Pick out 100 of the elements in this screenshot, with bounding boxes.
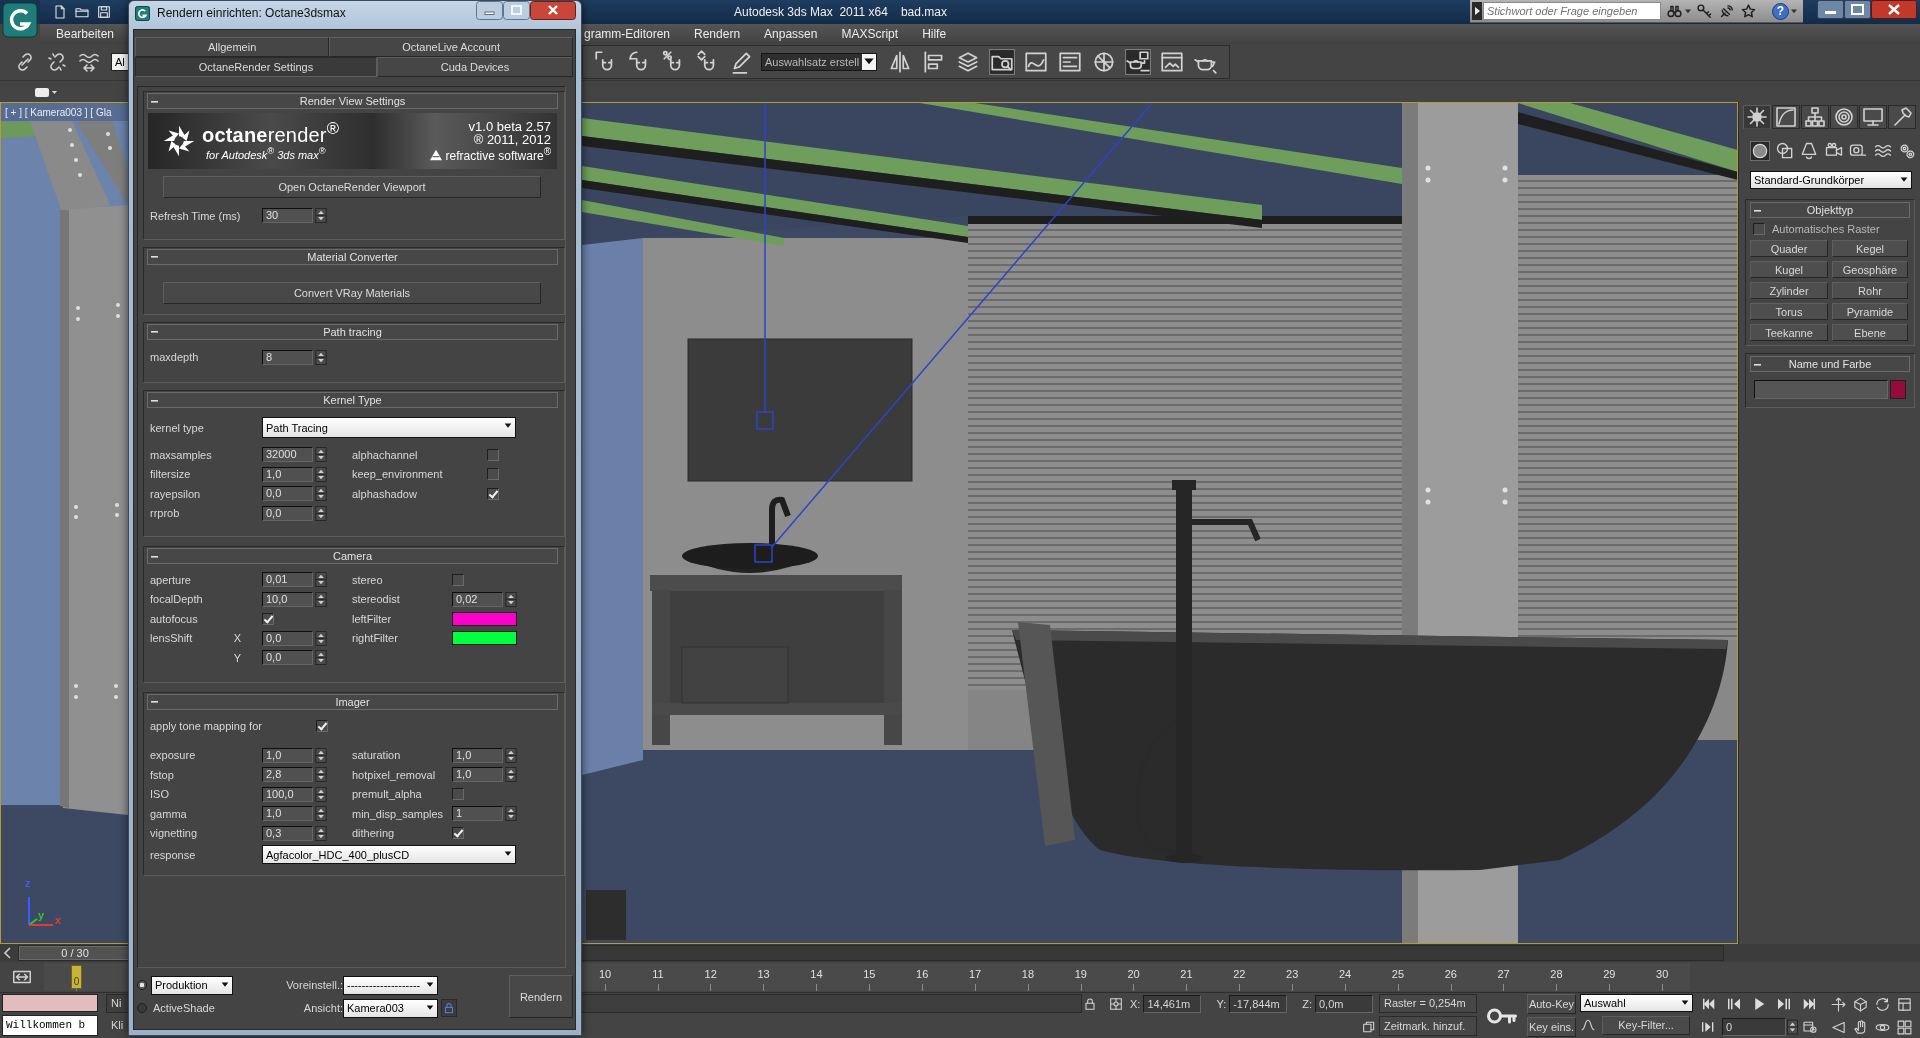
action-button[interactable]: Convert VRay Materials <box>163 281 541 304</box>
spinner-field[interactable]: 10,0 <box>262 591 313 607</box>
window-clock-icon[interactable] <box>1802 1019 1818 1035</box>
spinner-field[interactable]: 0,01 <box>262 572 313 588</box>
category-dropdown[interactable]: Standard-Grundkörper <box>1750 171 1912 189</box>
script-input-field[interactable] <box>2 994 98 1012</box>
action-button[interactable]: Open OctaneRender Viewport <box>163 176 541 198</box>
named-selection-dropdown[interactable]: Auswahlsatz erstell <box>761 53 877 71</box>
primitive-button[interactable]: Kegel <box>1832 240 1908 257</box>
circle-square-icon[interactable] <box>1774 141 1795 161</box>
spinner-arrows-icon[interactable] <box>315 767 327 783</box>
primitive-button[interactable]: Pyramide <box>1832 303 1908 320</box>
tab[interactable]: OctaneRender Settings <box>135 57 377 77</box>
window-layout-icon[interactable] <box>1896 995 1913 1013</box>
rollout-header[interactable]: Imager <box>147 693 558 710</box>
frame-field[interactable]: 0 <box>1722 1018 1786 1036</box>
key-set-dropdown[interactable]: Auswahl <box>1580 994 1693 1012</box>
spinner-field[interactable]: 32000 <box>262 447 313 463</box>
primitive-button[interactable]: Torus <box>1750 303 1828 320</box>
primitive-button[interactable]: Zylinder <box>1750 282 1828 299</box>
script-output-field[interactable]: Willkommen b <box>2 1015 98 1036</box>
frame-marker[interactable]: 0 <box>71 965 82 989</box>
checkbox[interactable] <box>262 612 274 625</box>
spinner-arrows-icon[interactable] <box>315 208 327 224</box>
set-key-button[interactable]: Key eins. <box>1527 1017 1576 1037</box>
save-icon[interactable] <box>96 4 112 20</box>
curve-icon[interactable] <box>1580 1017 1596 1033</box>
spinner-arrows-icon[interactable] <box>315 786 327 802</box>
add-time-tag-button[interactable]: Zeitmark. hinzuf. <box>1379 1016 1477 1036</box>
primitive-button[interactable]: Geosphäre <box>1832 261 1908 278</box>
checkbox[interactable] <box>452 788 464 801</box>
move-arrows-icon[interactable] <box>1830 995 1847 1013</box>
spinner-arrows-icon[interactable] <box>315 747 327 763</box>
render-button[interactable]: Rendern <box>509 975 573 1018</box>
spinner-arrows-icon[interactable] <box>315 806 327 822</box>
close-icon[interactable] <box>1871 0 1917 19</box>
spinner-field[interactable]: 2,8 <box>262 767 313 783</box>
primitive-button[interactable]: Rohr <box>1832 282 1908 299</box>
star-icon[interactable] <box>1740 2 1757 20</box>
image-window-icon[interactable] <box>1159 49 1185 75</box>
rollout-header[interactable]: Kernel Type <box>147 392 558 408</box>
key-icon[interactable] <box>1696 2 1713 20</box>
menu-item[interactable]: Hilfe <box>910 27 959 41</box>
spinner-arrows-icon[interactable] <box>315 466 327 482</box>
teapot-document-icon[interactable] <box>1125 49 1151 75</box>
spinner-field[interactable]: 100,0 <box>262 786 313 802</box>
tab[interactable]: Allgemein <box>135 37 330 57</box>
checkbox[interactable] <box>452 573 464 586</box>
four-squares-icon[interactable] <box>1896 1018 1913 1036</box>
spinner-field[interactable]: 0,02 <box>452 591 503 607</box>
spinner-field[interactable]: 0,0 <box>262 650 313 666</box>
spinner-arrows-icon[interactable] <box>315 591 327 607</box>
dropdown[interactable]: Path Tracing <box>262 417 516 438</box>
search-field[interactable]: Stichwort oder Frage eingeben <box>1483 2 1661 20</box>
spinner-field[interactable]: 1,0 <box>262 806 313 822</box>
coordinate-field[interactable]: -17,844m <box>1229 995 1288 1013</box>
rollout-header[interactable]: Material Converter <box>147 248 558 265</box>
rollout-header[interactable]: Render View Settings <box>147 93 558 109</box>
stacked-squares-icon[interactable] <box>1361 1019 1377 1035</box>
rollout-header[interactable]: Path tracing <box>147 323 558 340</box>
sun-icon[interactable] <box>1743 105 1771 129</box>
color-swatch[interactable] <box>452 611 517 626</box>
spinner-field[interactable]: 0,0 <box>262 630 313 646</box>
new-file-icon[interactable] <box>52 4 68 20</box>
spinner-arrows-icon[interactable] <box>505 747 517 763</box>
caret-icon[interactable] <box>862 54 876 70</box>
key-filters-button[interactable]: Key-Filter... <box>1602 1015 1690 1035</box>
mode-dropdown[interactable]: Produktion <box>151 975 233 995</box>
auto-key-button[interactable]: Auto-Key <box>1527 994 1576 1014</box>
lock-icon[interactable] <box>1082 996 1098 1012</box>
spinner-arrows-icon[interactable] <box>315 825 327 841</box>
hammer-icon[interactable] <box>1888 105 1916 129</box>
bar-triangle-bar-icon[interactable] <box>1700 1019 1716 1035</box>
close-icon[interactable] <box>530 1 576 20</box>
checkbox[interactable] <box>487 448 499 461</box>
rollout-header[interactable]: Objekttyp <box>1750 202 1910 218</box>
lock-icon[interactable] <box>441 999 457 1017</box>
circular-arrow-icon[interactable] <box>1874 995 1891 1013</box>
spinner-arrows-icon[interactable] <box>315 505 327 521</box>
primitive-button[interactable]: Ebene <box>1832 324 1908 341</box>
unlink-icon[interactable] <box>45 50 69 74</box>
curve-window-icon[interactable] <box>1023 49 1049 75</box>
spinner-arrows-icon[interactable] <box>505 591 517 607</box>
hierarchy-icon[interactable] <box>1801 105 1829 129</box>
minimize-icon[interactable] <box>1817 0 1844 19</box>
spinner-arrows-icon[interactable] <box>505 806 517 822</box>
spinner-arrows-icon[interactable] <box>315 572 327 588</box>
rollout-header[interactable]: Name und Farbe <box>1750 356 1910 372</box>
name-field[interactable] <box>1754 380 1888 399</box>
folder-search-icon[interactable] <box>989 49 1015 75</box>
spinner-field[interactable]: 1,0 <box>262 747 313 763</box>
satellite-icon[interactable] <box>1718 2 1735 20</box>
rollout-header[interactable]: Camera <box>147 548 558 564</box>
spinner-arrows-icon[interactable] <box>315 349 327 365</box>
radio-button[interactable] <box>137 1003 147 1013</box>
spinner-field[interactable]: 0,3 <box>262 825 313 841</box>
checkbox[interactable] <box>452 827 464 840</box>
monitor-icon[interactable] <box>1859 105 1887 129</box>
spinner-field[interactable]: 1,0 <box>452 747 503 763</box>
color-swatch[interactable] <box>1890 380 1906 399</box>
